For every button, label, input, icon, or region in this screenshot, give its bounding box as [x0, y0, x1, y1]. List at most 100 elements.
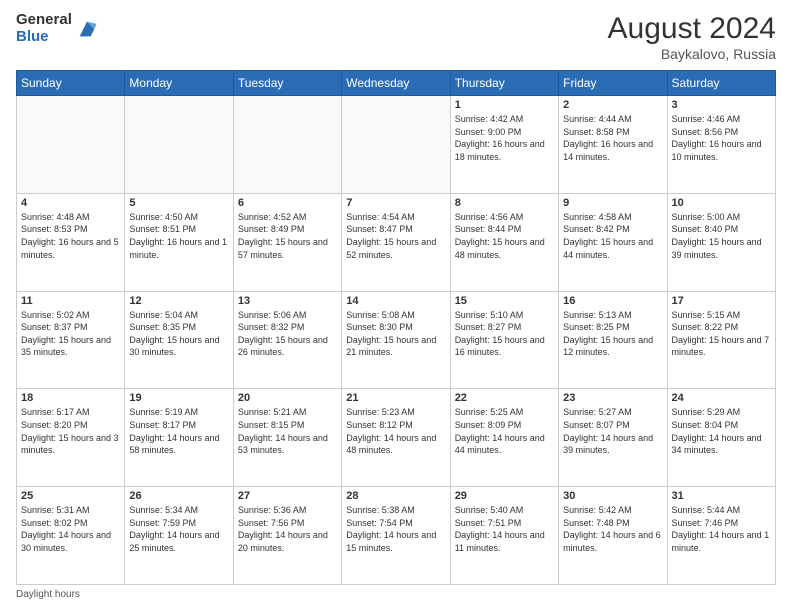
- day-info: Sunrise: 5:27 AM Sunset: 8:07 PM Dayligh…: [563, 406, 662, 456]
- day-info: Sunrise: 5:40 AM Sunset: 7:51 PM Dayligh…: [455, 504, 554, 554]
- day-info: Sunrise: 5:29 AM Sunset: 8:04 PM Dayligh…: [672, 406, 771, 456]
- table-row: [233, 96, 341, 194]
- day-info: Sunrise: 5:02 AM Sunset: 8:37 PM Dayligh…: [21, 309, 120, 359]
- day-info: Sunrise: 5:10 AM Sunset: 8:27 PM Dayligh…: [455, 309, 554, 359]
- day-info: Sunrise: 5:36 AM Sunset: 7:56 PM Dayligh…: [238, 504, 337, 554]
- table-row: 8Sunrise: 4:56 AM Sunset: 8:44 PM Daylig…: [450, 193, 558, 291]
- table-row: 10Sunrise: 5:00 AM Sunset: 8:40 PM Dayli…: [667, 193, 775, 291]
- day-number: 31: [672, 490, 771, 502]
- day-number: 12: [129, 295, 228, 307]
- header: General Blue August 2024 Baykalovo, Russ…: [16, 12, 776, 62]
- table-row: 14Sunrise: 5:08 AM Sunset: 8:30 PM Dayli…: [342, 291, 450, 389]
- table-row: [17, 96, 125, 194]
- table-row: 7Sunrise: 4:54 AM Sunset: 8:47 PM Daylig…: [342, 193, 450, 291]
- calendar-week-row: 11 Sunrise: 5:02 AM Sunset: 8:37 PM Dayli…: [17, 291, 776, 389]
- table-row: 26Sunrise: 5:34 AM Sunset: 7:59 PM Dayli…: [125, 487, 233, 585]
- day-info: Sunrise: 4:50 AM Sunset: 8:51 PM Dayligh…: [129, 211, 228, 261]
- day-info: Sunrise: 5:15 AM Sunset: 8:22 PM Dayligh…: [672, 309, 771, 359]
- header-wednesday: Wednesday: [342, 71, 450, 96]
- table-row: 25 Sunrise: 5:31 AM Sunset: 8:02 PM Dayli…: [17, 487, 125, 585]
- header-sunday: Sunday: [17, 71, 125, 96]
- table-row: 29 Sunrise: 5:40 AM Sunset: 7:51 PM Dayli…: [450, 487, 558, 585]
- calendar-week-row: 4Sunrise: 4:48 AM Sunset: 8:53 PM Daylig…: [17, 193, 776, 291]
- day-number: 10: [672, 197, 771, 209]
- month-year: August 2024: [608, 12, 776, 46]
- day-info: Sunrise: 5:44 AM Sunset: 7:46 PM Dayligh…: [672, 504, 771, 554]
- day-info: Sunrise: 5:06 AM Sunset: 8:32 PM Dayligh…: [238, 309, 337, 359]
- day-info: Sunrise: 5:04 AM Sunset: 8:35 PM Dayligh…: [129, 309, 228, 359]
- day-info: Sunrise: 5:42 AM Sunset: 7:48 PM Dayligh…: [563, 504, 662, 554]
- day-number: 19: [129, 392, 228, 404]
- day-number: 24: [672, 392, 771, 404]
- day-info: Sunrise: 5:13 AM Sunset: 8:25 PM Dayligh…: [563, 309, 662, 359]
- day-number: 15: [455, 295, 554, 307]
- day-info: Sunrise: 5:38 AM Sunset: 7:54 PM Dayligh…: [346, 504, 445, 554]
- header-thursday: Thursday: [450, 71, 558, 96]
- title-block: August 2024 Baykalovo, Russia: [608, 12, 776, 62]
- day-number: 23: [563, 392, 662, 404]
- day-info: Sunrise: 4:44 AM Sunset: 8:58 PM Dayligh…: [563, 113, 662, 163]
- table-row: 11 Sunrise: 5:02 AM Sunset: 8:37 PM Dayli…: [17, 291, 125, 389]
- table-row: 18Sunrise: 5:17 AM Sunset: 8:20 PM Dayli…: [17, 389, 125, 487]
- table-row: 23 Sunrise: 5:27 AM Sunset: 8:07 PM Dayli…: [559, 389, 667, 487]
- day-number: 21: [346, 392, 445, 404]
- table-row: 4Sunrise: 4:48 AM Sunset: 8:53 PM Daylig…: [17, 193, 125, 291]
- day-number: 25: [21, 490, 120, 502]
- day-number: 28: [346, 490, 445, 502]
- table-row: 31 Sunrise: 5:44 AM Sunset: 7:46 PM Dayli…: [667, 487, 775, 585]
- day-number: 11: [21, 295, 120, 307]
- header-tuesday: Tuesday: [233, 71, 341, 96]
- logo: General Blue: [16, 12, 98, 45]
- day-info: Sunrise: 5:19 AM Sunset: 8:17 PM Dayligh…: [129, 406, 228, 456]
- page: General Blue August 2024 Baykalovo, Russ…: [0, 0, 792, 612]
- calendar-week-row: 25 Sunrise: 5:31 AM Sunset: 8:02 PM Dayli…: [17, 487, 776, 585]
- day-info: Sunrise: 5:23 AM Sunset: 8:12 PM Dayligh…: [346, 406, 445, 456]
- day-number: 20: [238, 392, 337, 404]
- table-row: 19 Sunrise: 5:19 AM Sunset: 8:17 PM Dayli…: [125, 389, 233, 487]
- table-row: 3Sunrise: 4:46 AM Sunset: 8:56 PM Daylig…: [667, 96, 775, 194]
- footer-text: Daylight hours: [16, 589, 80, 600]
- day-info: Sunrise: 5:08 AM Sunset: 8:30 PM Dayligh…: [346, 309, 445, 359]
- table-row: [125, 96, 233, 194]
- calendar-table: Sunday Monday Tuesday Wednesday Thursday…: [16, 70, 776, 585]
- day-number: 29: [455, 490, 554, 502]
- day-number: 1: [455, 99, 554, 111]
- logo-blue: Blue: [16, 29, 72, 46]
- day-number: 6: [238, 197, 337, 209]
- day-number: 5: [129, 197, 228, 209]
- day-info: Sunrise: 5:25 AM Sunset: 8:09 PM Dayligh…: [455, 406, 554, 456]
- weekday-header-row: Sunday Monday Tuesday Wednesday Thursday…: [17, 71, 776, 96]
- table-row: 28 Sunrise: 5:38 AM Sunset: 7:54 PM Dayli…: [342, 487, 450, 585]
- table-row: 6 Sunrise: 4:52 AM Sunset: 8:49 PM Daylig…: [233, 193, 341, 291]
- logo-general: General: [16, 12, 72, 29]
- day-info: Sunrise: 4:58 AM Sunset: 8:42 PM Dayligh…: [563, 211, 662, 261]
- day-info: Sunrise: 4:52 AM Sunset: 8:49 PM Dayligh…: [238, 211, 337, 261]
- table-row: 17 Sunrise: 5:15 AM Sunset: 8:22 PM Dayli…: [667, 291, 775, 389]
- day-info: Sunrise: 5:31 AM Sunset: 8:02 PM Dayligh…: [21, 504, 120, 554]
- day-number: 8: [455, 197, 554, 209]
- table-row: 20Sunrise: 5:21 AM Sunset: 8:15 PM Dayli…: [233, 389, 341, 487]
- table-row: 13Sunrise: 5:06 AM Sunset: 8:32 PM Dayli…: [233, 291, 341, 389]
- day-number: 16: [563, 295, 662, 307]
- table-row: 27Sunrise: 5:36 AM Sunset: 7:56 PM Dayli…: [233, 487, 341, 585]
- day-number: 7: [346, 197, 445, 209]
- day-info: Sunrise: 5:34 AM Sunset: 7:59 PM Dayligh…: [129, 504, 228, 554]
- day-number: 3: [672, 99, 771, 111]
- table-row: 16 Sunrise: 5:13 AM Sunset: 8:25 PM Dayli…: [559, 291, 667, 389]
- calendar-week-row: 18Sunrise: 5:17 AM Sunset: 8:20 PM Dayli…: [17, 389, 776, 487]
- header-monday: Monday: [125, 71, 233, 96]
- table-row: 2 Sunrise: 4:44 AM Sunset: 8:58 PM Daylig…: [559, 96, 667, 194]
- day-number: 17: [672, 295, 771, 307]
- day-number: 2: [563, 99, 662, 111]
- logo-icon: [76, 18, 98, 40]
- day-info: Sunrise: 4:48 AM Sunset: 8:53 PM Dayligh…: [21, 211, 120, 261]
- table-row: 9Sunrise: 4:58 AM Sunset: 8:42 PM Daylig…: [559, 193, 667, 291]
- footer-note: Daylight hours: [16, 589, 776, 600]
- table-row: 1Sunrise: 4:42 AM Sunset: 9:00 PM Daylig…: [450, 96, 558, 194]
- logo-text: General Blue: [16, 12, 72, 45]
- table-row: 30Sunrise: 5:42 AM Sunset: 7:48 PM Dayli…: [559, 487, 667, 585]
- table-row: 15 Sunrise: 5:10 AM Sunset: 8:27 PM Dayli…: [450, 291, 558, 389]
- table-row: 21 Sunrise: 5:23 AM Sunset: 8:12 PM Dayli…: [342, 389, 450, 487]
- table-row: 12 Sunrise: 5:04 AM Sunset: 8:35 PM Dayli…: [125, 291, 233, 389]
- header-saturday: Saturday: [667, 71, 775, 96]
